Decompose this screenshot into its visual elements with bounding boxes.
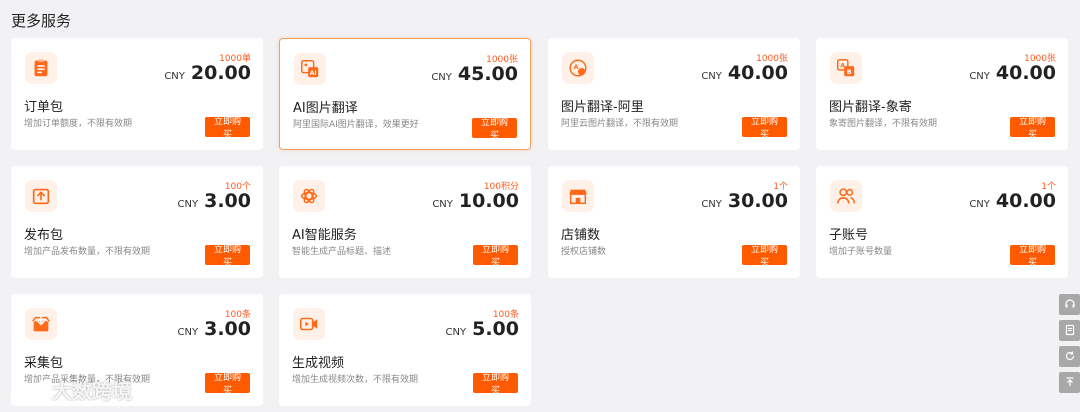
notepad-icon xyxy=(1064,321,1076,340)
service-name: 采集包 xyxy=(24,356,64,371)
service-name: 生成视频 xyxy=(292,356,345,371)
service-name: AI图片翻译 xyxy=(293,101,358,116)
upload-icon xyxy=(25,180,57,212)
ai-knot-icon xyxy=(293,180,325,212)
translate-icon: A xyxy=(562,52,594,84)
price-amount: 40.00 xyxy=(727,62,788,84)
translate-ab-icon: AB xyxy=(830,52,862,84)
currency-label: CNY xyxy=(969,199,990,210)
price-amount: 45.00 xyxy=(457,63,518,85)
service-description: 授权店铺数 xyxy=(561,247,607,257)
page-title: 更多服务 xyxy=(11,12,72,30)
price-amount: 20.00 xyxy=(190,62,251,84)
price-amount: 5.00 xyxy=(472,318,519,340)
service-name: AI智能服务 xyxy=(292,228,357,243)
price-amount: 3.00 xyxy=(204,190,251,212)
price: CNY 3.00 xyxy=(178,318,251,340)
svg-text:A: A xyxy=(574,63,579,71)
price-amount: 30.00 xyxy=(727,190,788,212)
back-to-top-button[interactable] xyxy=(1059,372,1080,393)
service-description: 增加订单额度，不限有效期 xyxy=(24,119,133,129)
service-name: 子账号 xyxy=(829,228,869,243)
service-description: 阿里国际AI图片翻译，效果更好 xyxy=(293,120,419,130)
service-name: 发布包 xyxy=(24,228,64,243)
service-card-order-pack: 1000单 CNY 20.00 订单包 增加订单额度，不限有效期 立即购买 xyxy=(11,38,263,150)
service-description: 增加产品发布数量，不限有效期 xyxy=(24,247,151,257)
currency-label: CNY xyxy=(701,199,722,210)
price: CNY 3.00 xyxy=(178,190,251,212)
watermark-logo xyxy=(10,379,45,398)
price: CNY 10.00 xyxy=(432,190,519,212)
watermark: 大数跨境 xyxy=(8,375,132,404)
svg-text:AI: AI xyxy=(310,70,317,77)
price: CNY 40.00 xyxy=(969,62,1056,84)
box-icon xyxy=(25,308,57,340)
service-card-publish-pack: 100个 CNY 3.00 发布包 增加产品发布数量，不限有效期 立即购买 xyxy=(11,166,263,278)
currency-label: CNY xyxy=(445,327,467,338)
service-name: 图片翻译-象寄 xyxy=(829,100,912,115)
service-description: 增加子账号数量 xyxy=(829,247,893,257)
buy-now-button[interactable]: 立即购买 xyxy=(205,244,250,267)
price: CNY 30.00 xyxy=(701,190,788,212)
price-amount: 10.00 xyxy=(458,190,519,212)
buy-now-button[interactable]: 立即购买 xyxy=(205,372,250,395)
service-card-generate-video: 100条 CNY 5.00 生成视频 增加生成视频次数，不限有效期 立即购买 xyxy=(279,294,531,406)
service-card-sub-account: 1个 CNY 40.00 子账号 增加子账号数量 立即购买 xyxy=(816,166,1068,278)
currency-label: CNY xyxy=(969,71,990,82)
buy-now-button[interactable]: 立即购买 xyxy=(472,117,517,140)
users-icon xyxy=(830,180,862,212)
service-description: 智能生成产品标题、描述 xyxy=(292,247,392,257)
buy-now-button[interactable]: 立即购买 xyxy=(742,244,787,267)
price: CNY 40.00 xyxy=(701,62,788,84)
service-card-ai-smart-service: 100积分 CNY 10.00 AI智能服务 智能生成产品标题、描述 立即购买 xyxy=(279,166,531,278)
service-card-image-translate-ali: A 1000张 CNY 40.00 图片翻译-阿里 阿里云图片翻译，不限有效期 立… xyxy=(548,38,800,150)
buy-now-button[interactable]: 立即购买 xyxy=(473,372,518,395)
headset-icon xyxy=(1064,295,1076,314)
clipboard-icon xyxy=(25,52,57,84)
price-amount: 40.00 xyxy=(995,190,1056,212)
service-name: 店铺数 xyxy=(561,228,601,243)
buy-now-button[interactable]: 立即购买 xyxy=(742,116,787,139)
price: CNY 5.00 xyxy=(446,318,519,340)
price: CNY 40.00 xyxy=(969,190,1056,212)
customer-service-button[interactable] xyxy=(1059,294,1080,315)
currency-label: CNY xyxy=(701,71,722,82)
service-name: 订单包 xyxy=(24,100,64,115)
service-card-image-translate-xiangji: AB 1000张 CNY 40.00 图片翻译-象寄 象寄图片翻译，不限有效期 立… xyxy=(816,38,1068,150)
notes-button[interactable] xyxy=(1059,320,1080,341)
price-amount: 3.00 xyxy=(204,318,251,340)
currency-label: CNY xyxy=(177,327,199,338)
service-name: 图片翻译-阿里 xyxy=(561,100,644,115)
svg-text:B: B xyxy=(847,68,852,76)
watermark-text: 大数跨境 xyxy=(52,379,132,403)
back-to-top-icon xyxy=(1064,373,1076,392)
buy-now-button[interactable]: 立即购买 xyxy=(1010,116,1055,139)
refresh-icon xyxy=(1064,347,1076,366)
refresh-button[interactable] xyxy=(1059,346,1080,367)
service-description: 象寄图片翻译，不限有效期 xyxy=(829,119,938,129)
service-card-store-count: 1个 CNY 30.00 店铺数 授权店铺数 立即购买 xyxy=(548,166,800,278)
buy-now-button[interactable]: 立即购买 xyxy=(205,116,250,139)
currency-label: CNY xyxy=(164,71,185,82)
service-card-ai-image-translate: AI 1000张 CNY 45.00 AI图片翻译 阿里国际AI图片翻译，效果更好… xyxy=(279,38,531,150)
currency-label: CNY xyxy=(432,199,453,210)
ai-image-icon: AI xyxy=(294,53,326,85)
currency-label: CNY xyxy=(431,72,452,83)
price: CNY 20.00 xyxy=(164,62,251,84)
price: CNY 45.00 xyxy=(431,63,518,85)
service-description: 阿里云图片翻译，不限有效期 xyxy=(561,119,679,129)
currency-label: CNY xyxy=(177,199,199,210)
buy-now-button[interactable]: 立即购买 xyxy=(473,244,518,267)
service-description: 增加生成视频次数，不限有效期 xyxy=(292,375,419,385)
store-icon xyxy=(562,180,594,212)
video-icon xyxy=(293,308,325,340)
buy-now-button[interactable]: 立即购买 xyxy=(1010,244,1055,267)
price-amount: 40.00 xyxy=(995,62,1056,84)
